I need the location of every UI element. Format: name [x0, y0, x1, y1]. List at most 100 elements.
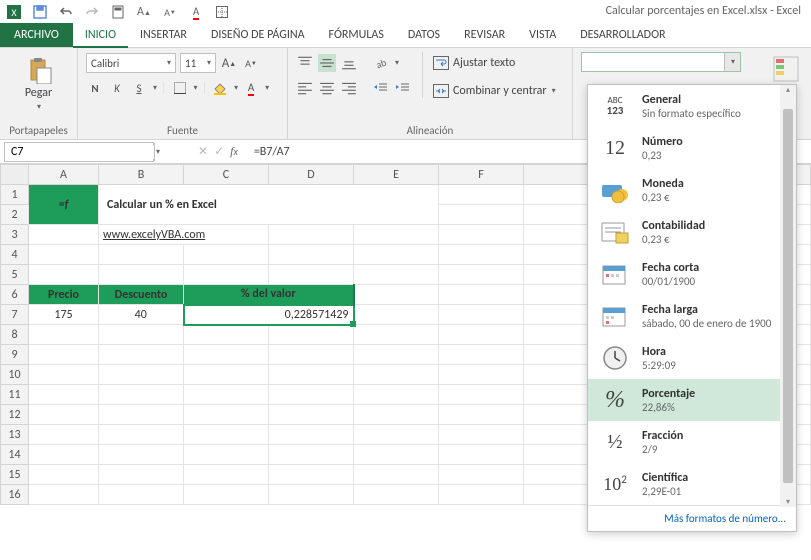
tab-diseno[interactable]: DISEÑO DE PÁGINA: [199, 23, 317, 47]
cancel-formula-icon[interactable]: ✕: [198, 144, 208, 159]
link-cell[interactable]: www.excelyVBA.com: [99, 225, 269, 245]
name-box[interactable]: ▾: [4, 142, 154, 162]
font-inc-icon[interactable]: A▲: [136, 4, 152, 20]
row-header[interactable]: 5: [1, 265, 29, 285]
format-option-porcentaje[interactable]: %Porcentaje22,86%: [588, 379, 796, 421]
font-dec-icon[interactable]: A▼: [162, 4, 178, 20]
col-header[interactable]: F: [439, 165, 524, 185]
save-icon[interactable]: [32, 4, 48, 20]
tab-vista[interactable]: VISTA: [517, 23, 568, 47]
row-header[interactable]: 7: [1, 305, 29, 325]
col-header[interactable]: E: [354, 165, 439, 185]
number-format-dropdown-button[interactable]: ▾: [724, 53, 740, 71]
align-top-icon[interactable]: [296, 54, 314, 72]
format-option-general[interactable]: ABC123GeneralSin formato específico: [588, 85, 796, 127]
borders-icon[interactable]: [214, 4, 230, 20]
moneda-icon: [598, 175, 632, 205]
cell[interactable]: [439, 205, 524, 225]
name-box-input[interactable]: [5, 145, 154, 159]
align-center-icon[interactable]: [318, 79, 336, 97]
cell-b7[interactable]: 40: [99, 305, 184, 325]
cell-c7-selected[interactable]: 0,228571429: [184, 305, 354, 325]
format-option-fraccion[interactable]: ½Fracción 2/9: [588, 421, 796, 463]
table-header[interactable]: Precio: [29, 285, 99, 305]
row-header[interactable]: 8: [1, 325, 29, 345]
accept-formula-icon[interactable]: ✓: [214, 144, 224, 159]
format-option-hora[interactable]: Hora5:29:09: [588, 337, 796, 379]
row-header[interactable]: 1: [1, 185, 29, 205]
cell-a7[interactable]: 175: [29, 305, 99, 325]
col-header[interactable]: C: [184, 165, 269, 185]
cell[interactable]: [29, 225, 99, 245]
cell[interactable]: [439, 185, 524, 205]
fx-icon[interactable]: fx: [230, 144, 238, 159]
col-header[interactable]: B: [99, 165, 184, 185]
format-option-cientifica[interactable]: 102Científica2,29E-01: [588, 463, 796, 505]
excel-icon: X: [6, 4, 22, 20]
decrease-indent-icon[interactable]: [372, 79, 390, 97]
row-header[interactable]: 10: [1, 365, 29, 385]
tab-datos[interactable]: DATOS: [396, 23, 452, 47]
tab-desarrollador[interactable]: DESARROLLADOR: [568, 23, 677, 47]
row-header[interactable]: 9: [1, 345, 29, 365]
orientation-icon[interactable]: ab: [372, 54, 390, 72]
font-color-button[interactable]: A: [242, 79, 260, 97]
tab-revisar[interactable]: REVISAR: [452, 23, 517, 47]
increase-indent-icon[interactable]: [394, 79, 412, 97]
undo-icon[interactable]: [58, 4, 74, 20]
calc-icon[interactable]: [110, 4, 126, 20]
wrap-text-button[interactable]: Ajustar texto: [433, 52, 556, 74]
align-right-icon[interactable]: [340, 79, 358, 97]
tab-insertar[interactable]: INSERTAR: [128, 23, 199, 47]
font-color-icon[interactable]: A: [188, 4, 204, 20]
format-option-numero[interactable]: 12Número0,23: [588, 127, 796, 169]
font-size-combo[interactable]: 11▾: [180, 53, 216, 73]
sheet-title[interactable]: Calcular un % en Excel: [99, 185, 439, 225]
numero-icon: 12: [598, 133, 632, 163]
name-box-dropdown[interactable]: ▾: [154, 143, 160, 161]
row-header[interactable]: 12: [1, 405, 29, 425]
merge-center-button[interactable]: Combinar y centrar ▾: [433, 80, 556, 102]
row-header[interactable]: 2: [1, 205, 29, 225]
align-bottom-icon[interactable]: [340, 54, 358, 72]
row-header[interactable]: 6: [1, 285, 29, 305]
logo-cell[interactable]: =f: [29, 185, 99, 225]
table-header[interactable]: % del valor: [184, 285, 354, 305]
tab-file[interactable]: ARCHIVO: [0, 23, 73, 47]
row-header[interactable]: 16: [1, 485, 29, 505]
number-format-input[interactable]: [582, 56, 724, 69]
row-header[interactable]: 3: [1, 225, 29, 245]
more-formats-link[interactable]: Más formatos de número...: [588, 505, 796, 531]
row-header[interactable]: 11: [1, 385, 29, 405]
col-header[interactable]: D: [269, 165, 354, 185]
select-all-corner[interactable]: [1, 165, 29, 185]
bold-button[interactable]: N: [86, 79, 104, 97]
underline-button[interactable]: S: [130, 79, 148, 97]
col-header[interactable]: A: [29, 165, 99, 185]
tab-inicio[interactable]: INICIO: [73, 24, 128, 48]
table-header[interactable]: Descuento: [99, 285, 184, 305]
borders-button[interactable]: [171, 79, 189, 97]
tab-formulas[interactable]: FÓRMULAS: [317, 23, 396, 47]
format-option-moneda[interactable]: Moneda0,23 €: [588, 169, 796, 211]
fill-handle[interactable]: [350, 321, 356, 327]
format-option-fechac[interactable]: Fecha corta00/01/1900: [588, 253, 796, 295]
align-middle-icon[interactable]: [318, 54, 336, 72]
number-format-combo[interactable]: ▾: [581, 52, 741, 72]
align-left-icon[interactable]: [296, 79, 314, 97]
font-name-combo[interactable]: Calibri▾: [86, 53, 176, 73]
cond-format-icon[interactable]: [773, 56, 799, 82]
row-header[interactable]: 4: [1, 245, 29, 265]
format-option-contab[interactable]: Contabilidad0,23 €: [588, 211, 796, 253]
fill-color-button[interactable]: [211, 79, 229, 97]
row-header[interactable]: 13: [1, 425, 29, 445]
row-header[interactable]: 14: [1, 445, 29, 465]
paste-button[interactable]: Pegar ▾: [19, 52, 59, 116]
dropdown-scrollbar[interactable]: ▴▾: [780, 85, 796, 507]
row-header[interactable]: 15: [1, 465, 29, 485]
redo-icon[interactable]: [84, 4, 100, 20]
increase-font-icon[interactable]: A▲: [220, 54, 238, 72]
decrease-font-icon[interactable]: A▼: [242, 54, 260, 72]
italic-button[interactable]: K: [108, 79, 126, 97]
format-option-fechal[interactable]: Fecha largasábado, 00 de enero de 1900: [588, 295, 796, 337]
